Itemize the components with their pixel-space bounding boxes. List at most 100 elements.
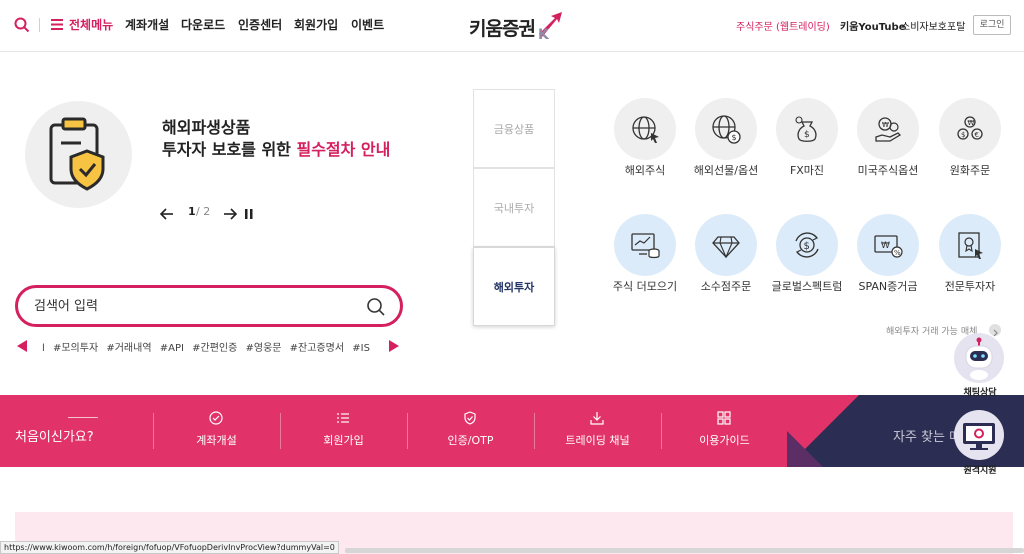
nav-event[interactable]: 이벤트 (351, 16, 384, 33)
banner-subtitle-highlight: 필수절차 안내 (296, 140, 391, 159)
quick-user-guide[interactable]: 이용가이드 (661, 395, 788, 467)
clipboard-shield-icon (49, 117, 105, 191)
product-label: 전문투자자 (944, 280, 996, 293)
globe-coin-icon: $ (712, 115, 741, 144)
product-fx-margin[interactable]: $ FX마진 (767, 98, 847, 188)
top-header: 전체메뉴 계좌개설 다운로드 인증센터 회원가입 이벤트 키움증권 K 주식주문… (0, 0, 1024, 52)
money-bag-icon: $ (795, 116, 817, 142)
product-krw-order[interactable]: ₩ $ € 원화주문 (930, 98, 1010, 188)
nav-certificate-center[interactable]: 인증센터 (238, 16, 282, 33)
product-icon-bg (614, 214, 676, 276)
all-menu-button[interactable]: 전체메뉴 (69, 16, 113, 33)
quick-menu-label: 계좌개설 (196, 434, 237, 447)
list-icon (337, 413, 349, 423)
diamond-icon (712, 236, 740, 259)
product-stock-accumulate[interactable]: 주식 더모으기 (605, 214, 685, 304)
category-tabs: 금융상품 국내투자 해외투자 (473, 89, 555, 327)
check-circle-icon (209, 411, 223, 425)
pager-current: 1 (188, 205, 196, 218)
remote-support-label: 원격지원 (963, 466, 997, 476)
coins-hand-icon: ₩ (875, 117, 902, 142)
tab-overseas-investment[interactable]: 해외투자 (473, 247, 555, 326)
percent-card-icon: ₩ % (874, 235, 903, 258)
nav-sign-up[interactable]: 회원가입 (294, 16, 338, 33)
tag-item[interactable]: #간편인증 (192, 343, 237, 354)
quick-menu-label: 인증/OTP (447, 434, 494, 447)
banner-subtitle[interactable]: 투자자 보호를 위한 필수절차 안내 (162, 136, 390, 160)
tag-item[interactable]: #ISA (352, 343, 370, 354)
tag-item[interactable]: #API (160, 343, 184, 354)
horizontal-scrollbar[interactable] (345, 548, 1024, 553)
tab-domestic-investment[interactable]: 국내투자 (473, 168, 555, 247)
tag-item[interactable]: l (42, 343, 45, 354)
banner-subtitle-prefix: 투자자 보호를 위한 (162, 140, 297, 159)
svg-text:$: $ (804, 241, 810, 252)
quick-sign-up[interactable]: 회원가입 (280, 395, 407, 467)
band-accent-shape (787, 431, 823, 467)
kiwoom-logo[interactable]: 키움증권 K (469, 10, 569, 42)
quick-account-open[interactable]: 계좌개설 (153, 395, 280, 467)
product-icon-bg (939, 214, 1001, 276)
product-label: 원화주문 (949, 164, 991, 177)
pause-icon[interactable] (245, 209, 253, 219)
banner-image[interactable] (25, 101, 132, 208)
chat-consult-button[interactable] (954, 333, 1004, 383)
login-button[interactable]: 로그인 (973, 15, 1011, 35)
product-overseas-futures[interactable]: $ 해외선물/옵션 (686, 98, 766, 188)
shield-check-icon (464, 411, 476, 425)
product-icon-bg: ₩ $ € (939, 98, 1001, 160)
product-span-margin[interactable]: ₩ % SPAN증거금 (848, 214, 928, 304)
consumer-protection-link[interactable]: 소비자보호포탈 (901, 18, 965, 33)
chat-consult-label: 채팅상담 (963, 388, 997, 398)
next-arrow-icon[interactable] (223, 208, 237, 220)
product-us-stock-option[interactable]: ₩ 미국주식옵션 (848, 98, 928, 188)
tags-prev-arrow-icon[interactable] (17, 340, 27, 352)
hamburger-icon[interactable] (51, 19, 63, 30)
tag-item[interactable]: #잔고증명서 (290, 343, 344, 354)
search-icon[interactable] (14, 17, 30, 33)
svg-text:₩: ₩ (968, 119, 975, 127)
svg-text:$: $ (732, 133, 737, 142)
svg-text:%: % (894, 249, 901, 257)
monitor-coins-icon (631, 233, 660, 259)
tab-financial-products[interactable]: 금융상품 (473, 89, 555, 168)
grid-icon (717, 411, 731, 425)
header-divider (39, 18, 40, 32)
prev-arrow-icon[interactable] (160, 208, 174, 220)
svg-text:₩: ₩ (882, 121, 889, 129)
popular-tags: l #모의투자 #거래내역 #API #간편인증 #영웅문 #잔고증명서 #IS… (42, 339, 370, 355)
nav-download[interactable]: 다운로드 (181, 16, 225, 33)
quick-certificate-otp[interactable]: 인증/OTP (407, 395, 534, 467)
product-icon-bg: $ (695, 98, 757, 160)
quick-menu-label: 회원가입 (323, 434, 364, 447)
quick-trading-channel[interactable]: 트레이딩 채널 (534, 395, 661, 467)
product-fractional-order[interactable]: 소수점주문 (686, 214, 766, 304)
chatbot-robot-icon (965, 337, 993, 380)
search-input[interactable] (34, 296, 334, 316)
search-submit-icon[interactable] (366, 297, 386, 317)
svg-text:K: K (538, 27, 550, 40)
first-visit-label: 처음이신가요? (15, 430, 94, 445)
tag-item[interactable]: #영웅문 (245, 343, 281, 354)
youtube-link[interactable]: 키움YouTube (840, 18, 906, 33)
banner-title[interactable]: 해외파생상품 (162, 114, 250, 138)
tag-item[interactable]: #거래내역 (106, 343, 151, 354)
product-icon-bg (695, 214, 757, 276)
tags-next-arrow-icon[interactable] (389, 340, 399, 352)
svg-text:$: $ (961, 131, 965, 139)
svg-text:€: € (975, 131, 979, 139)
tag-item[interactable]: #모의투자 (53, 343, 98, 354)
web-trading-link[interactable]: 주식주문 (웹트레이딩) (736, 18, 830, 33)
product-icon-bg: ₩ (857, 98, 919, 160)
svg-text:$: $ (804, 130, 810, 140)
product-global-spectrum[interactable]: $ 글로벌스펙트럼 (767, 214, 847, 304)
quick-menu-label: 트레이딩 채널 (565, 434, 630, 447)
svg-text:₩: ₩ (881, 241, 890, 251)
product-overseas-stock[interactable]: 해외주식 (605, 98, 685, 188)
product-professional-investor[interactable]: 전문투자자 (930, 214, 1010, 304)
tab-label: 금융상품 (493, 123, 535, 136)
product-icon-bg: $ (776, 214, 838, 276)
remote-support-button[interactable] (954, 410, 1004, 460)
faq-link[interactable]: 자주 찾는 메 (893, 426, 961, 445)
nav-account-open[interactable]: 계좌개설 (125, 16, 169, 33)
